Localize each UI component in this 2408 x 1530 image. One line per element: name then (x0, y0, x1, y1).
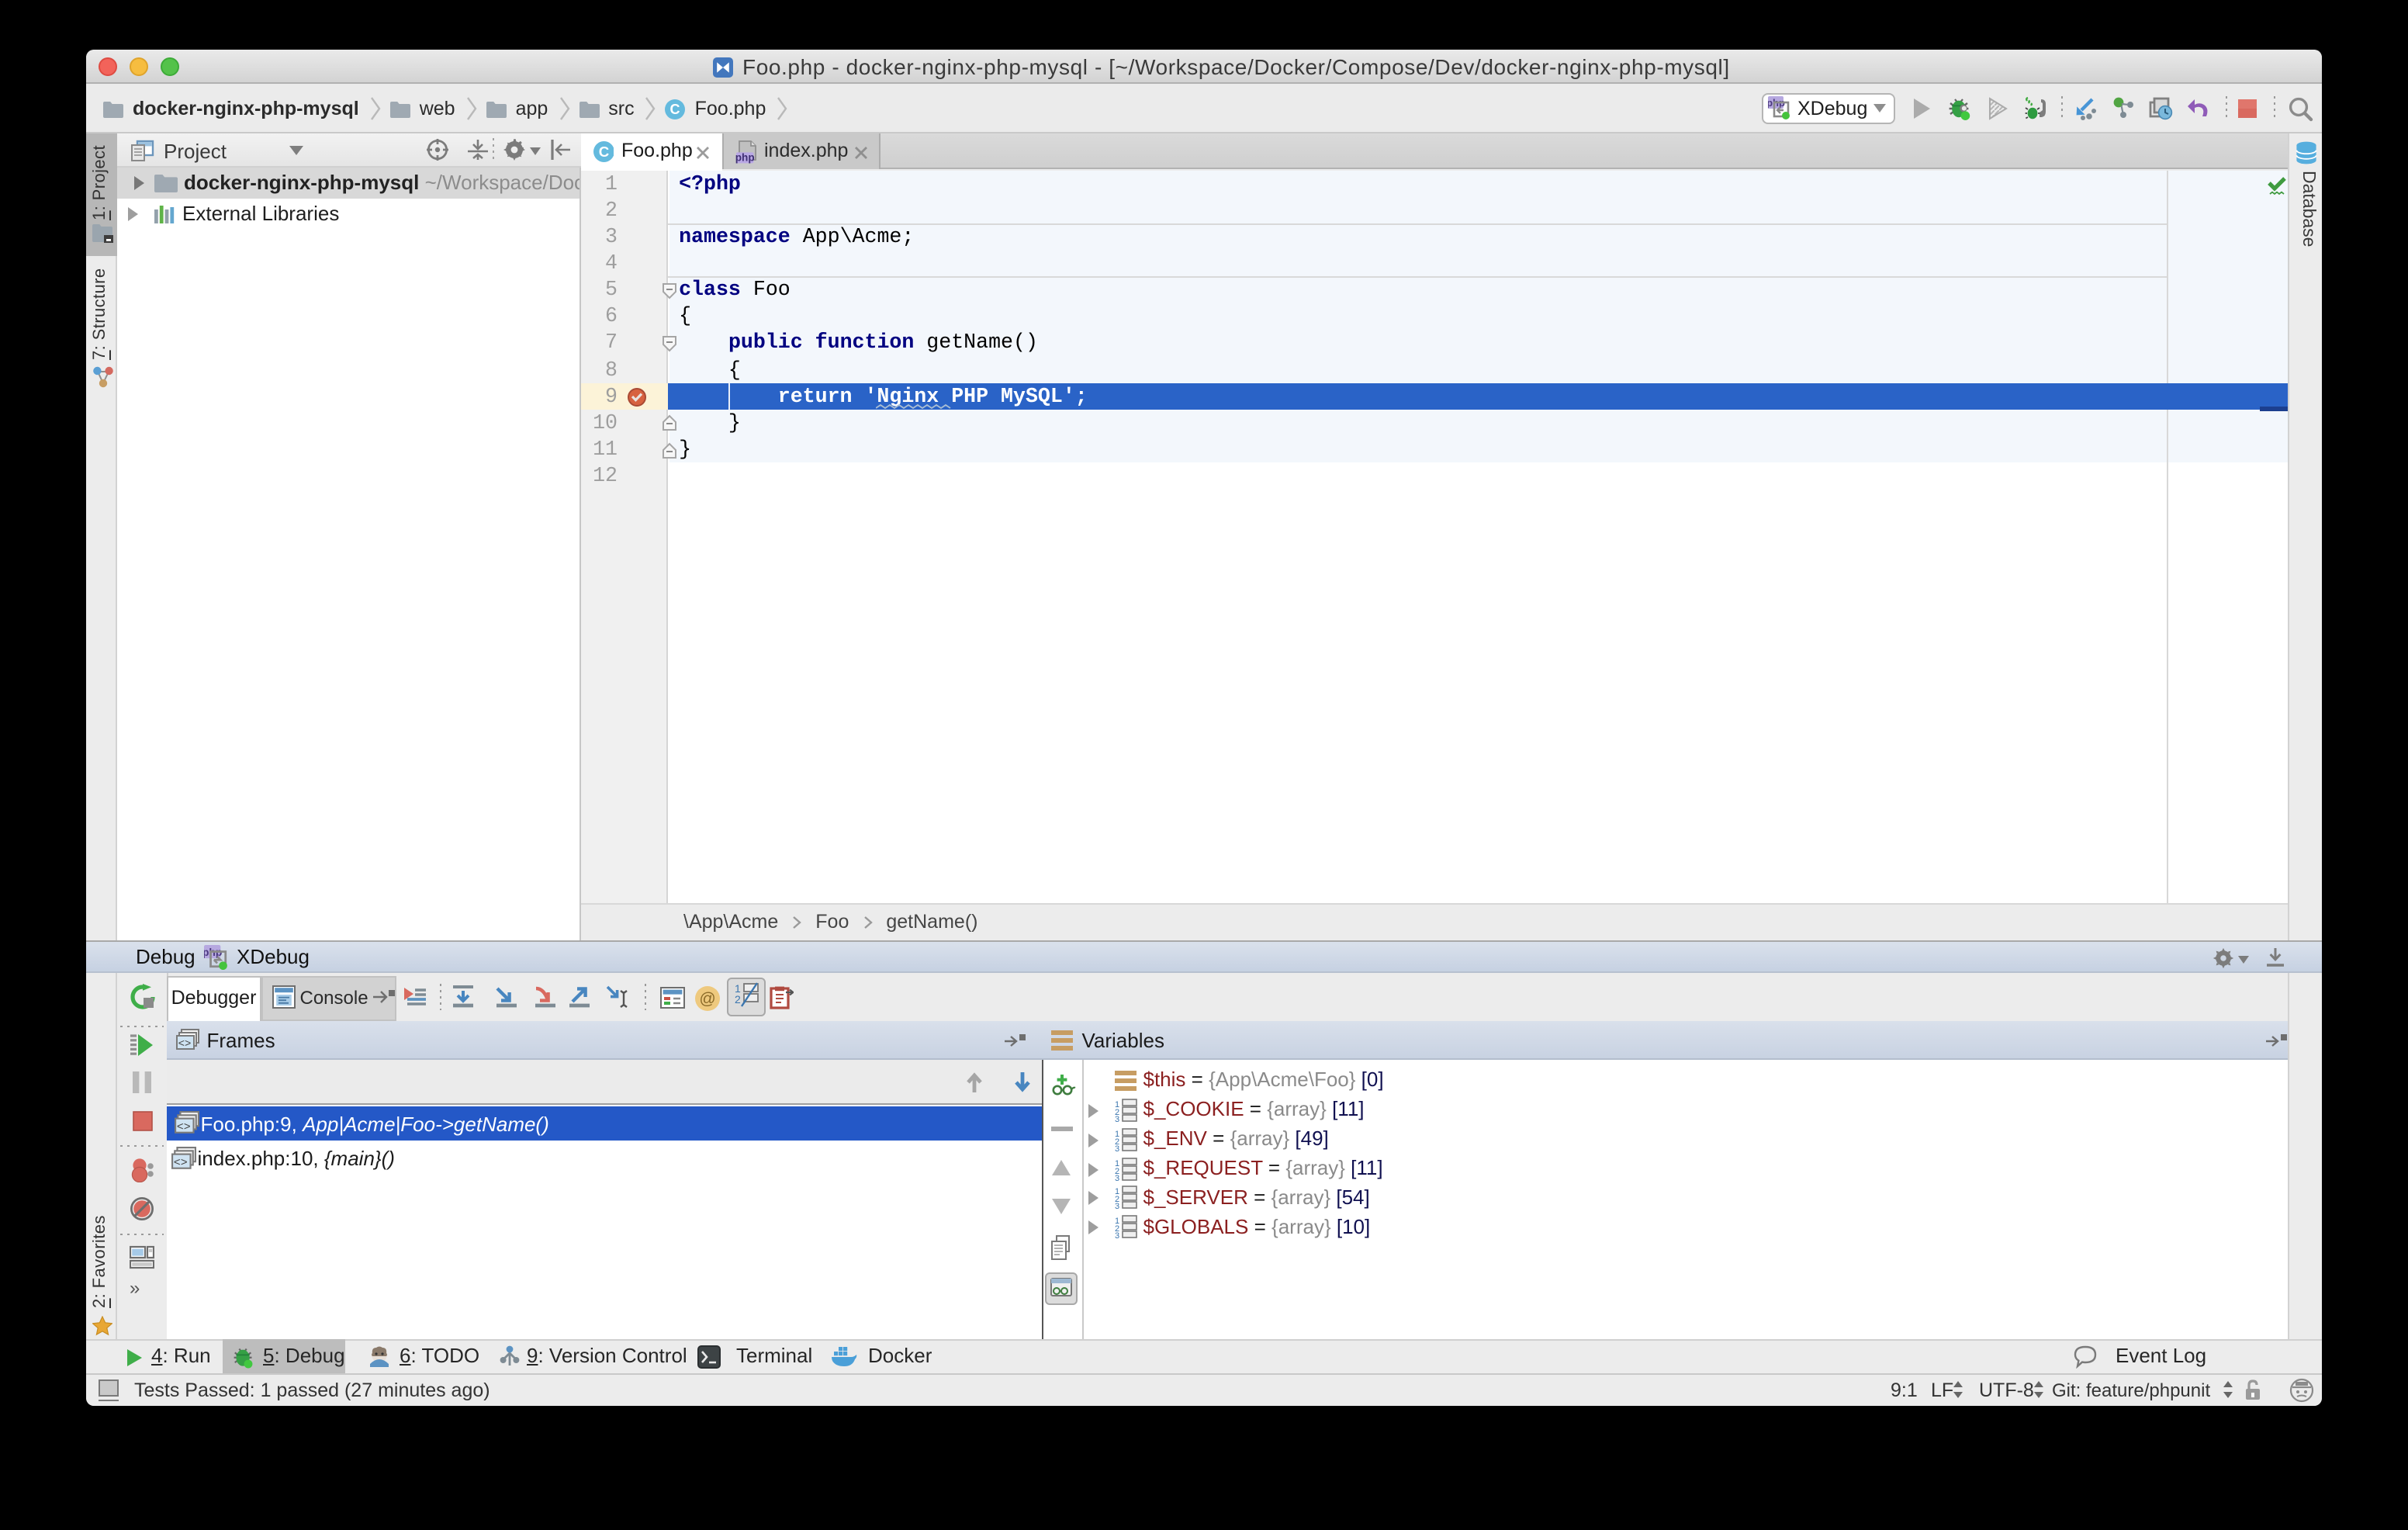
svg-text:<>: <> (178, 1038, 191, 1051)
svg-text:3: 3 (1116, 1232, 1120, 1239)
svg-text:<>: <> (173, 1157, 187, 1169)
svg-text:php: php (735, 151, 755, 162)
svg-text:C: C (670, 101, 680, 116)
svg-text:3: 3 (1116, 1144, 1120, 1151)
svg-text:2: 2 (735, 993, 741, 1006)
svg-text:3: 3 (1116, 1203, 1120, 1210)
svg-text:<>: <> (176, 1122, 190, 1134)
svg-text:3: 3 (1116, 1114, 1120, 1121)
svg-text:C: C (598, 144, 609, 160)
svg-text:3: 3 (1116, 1173, 1120, 1180)
svg-text:@: @ (699, 989, 715, 1007)
